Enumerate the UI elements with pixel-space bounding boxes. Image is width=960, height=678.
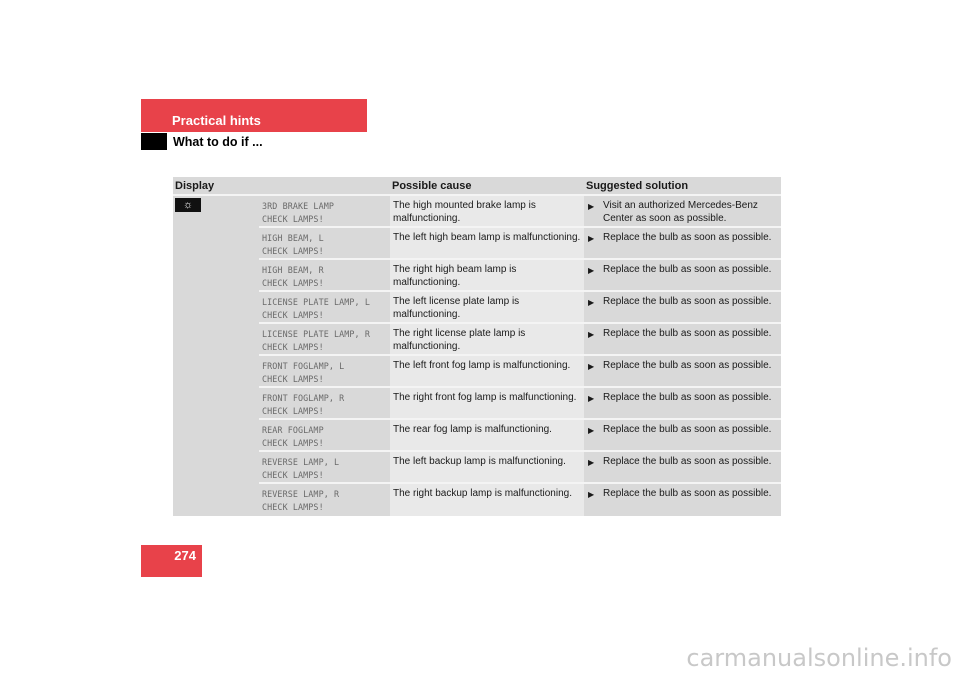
display-message: 3RD BRAKE LAMP CHECK LAMPS!: [259, 196, 390, 226]
exterior-lamp-icon: ☼: [175, 198, 201, 212]
bullet-arrow-icon: ▶: [588, 202, 595, 211]
table-row: HIGH BEAM, R CHECK LAMPS! The right high…: [259, 260, 781, 292]
display-message: LICENSE PLATE LAMP, L CHECK LAMPS!: [259, 292, 390, 322]
display-line-1: REAR FOGLAMP: [262, 425, 324, 435]
table-row: LICENSE PLATE LAMP, L CHECK LAMPS! The l…: [259, 292, 781, 324]
display-line-2: CHECK LAMPS!: [262, 373, 324, 384]
display-line-2: CHECK LAMPS!: [262, 469, 324, 480]
solution-text: Replace the bulb as soon as possible.: [603, 296, 772, 307]
solution-text: Visit an authorized Mercedes-Benz Center…: [603, 200, 758, 224]
table-row: 3RD BRAKE LAMP CHECK LAMPS! The high mou…: [259, 196, 781, 228]
table-row: REVERSE LAMP, L CHECK LAMPS! The left ba…: [259, 452, 781, 484]
display-line-2: CHECK LAMPS!: [262, 277, 324, 288]
table-row: FRONT FOGLAMP, L CHECK LAMPS! The left f…: [259, 356, 781, 388]
possible-cause: The right front fog lamp is malfunctioni…: [390, 388, 584, 418]
bullet-arrow-icon: ▶: [588, 298, 595, 307]
solution-text: Replace the bulb as soon as possible.: [603, 360, 772, 371]
column-header-solution: Suggested solution: [586, 179, 689, 192]
bullet-arrow-icon: ▶: [588, 426, 595, 435]
solution-text: Replace the bulb as soon as possible.: [603, 424, 772, 435]
table-header: Display Possible cause Suggested solutio…: [173, 177, 781, 196]
column-header-display: Display: [175, 179, 215, 192]
display-line-2: CHECK LAMPS!: [262, 213, 324, 224]
possible-cause: The left high beam lamp is malfunctionin…: [390, 228, 584, 258]
display-message: FRONT FOGLAMP, L CHECK LAMPS!: [259, 356, 390, 386]
suggested-solution: ▶ Replace the bulb as soon as possible.: [584, 452, 781, 482]
bullet-arrow-icon: ▶: [588, 394, 595, 403]
display-message: FRONT FOGLAMP, R CHECK LAMPS!: [259, 388, 390, 418]
display-line-1: HIGH BEAM, R: [262, 265, 324, 275]
bullet-arrow-icon: ▶: [588, 362, 595, 371]
display-message: HIGH BEAM, R CHECK LAMPS!: [259, 260, 390, 290]
suggested-solution: ▶ Replace the bulb as soon as possible.: [584, 324, 781, 354]
solution-text: Replace the bulb as soon as possible.: [603, 456, 772, 467]
suggested-solution: ▶ Replace the bulb as soon as possible.: [584, 228, 781, 258]
possible-cause: The rear fog lamp is malfunctioning.: [390, 420, 584, 450]
subsection-marker: [141, 133, 167, 150]
display-line-2: CHECK LAMPS!: [262, 501, 324, 512]
lamp-messages-table: Display Possible cause Suggested solutio…: [173, 177, 781, 516]
display-message: REVERSE LAMP, R CHECK LAMPS!: [259, 484, 390, 516]
possible-cause: The left backup lamp is malfunctioning.: [390, 452, 584, 482]
display-line-2: CHECK LAMPS!: [262, 309, 324, 320]
suggested-solution: ▶ Visit an authorized Mercedes-Benz Cent…: [584, 196, 781, 226]
bullet-arrow-icon: ▶: [588, 234, 595, 243]
possible-cause: The right backup lamp is malfunctioning.: [390, 484, 584, 516]
suggested-solution: ▶ Replace the bulb as soon as possible.: [584, 388, 781, 418]
table-row: FRONT FOGLAMP, R CHECK LAMPS! The right …: [259, 388, 781, 420]
page-number-box: 274: [141, 545, 202, 577]
column-header-cause: Possible cause: [392, 179, 472, 192]
possible-cause: The left license plate lamp is malfuncti…: [390, 292, 584, 322]
table-row: LICENSE PLATE LAMP, R CHECK LAMPS! The r…: [259, 324, 781, 356]
display-line-1: LICENSE PLATE LAMP, R: [262, 329, 370, 339]
display-line-2: CHECK LAMPS!: [262, 245, 324, 256]
display-line-1: FRONT FOGLAMP, L: [262, 361, 345, 371]
solution-text: Replace the bulb as soon as possible.: [603, 488, 772, 499]
section-title: Practical hints: [172, 113, 261, 128]
display-line-2: CHECK LAMPS!: [262, 437, 324, 448]
display-message: REAR FOGLAMP CHECK LAMPS!: [259, 420, 390, 450]
bullet-arrow-icon: ▶: [588, 458, 595, 467]
suggested-solution: ▶ Replace the bulb as soon as possible.: [584, 420, 781, 450]
display-line-1: LICENSE PLATE LAMP, L: [262, 297, 370, 307]
display-line-2: CHECK LAMPS!: [262, 405, 324, 416]
possible-cause: The high mounted brake lamp is malfuncti…: [390, 196, 584, 226]
possible-cause: The right license plate lamp is malfunct…: [390, 324, 584, 354]
bullet-arrow-icon: ▶: [588, 490, 595, 499]
table-body: 3RD BRAKE LAMP CHECK LAMPS! The high mou…: [259, 196, 781, 516]
table-row: REAR FOGLAMP CHECK LAMPS! The rear fog l…: [259, 420, 781, 452]
solution-text: Replace the bulb as soon as possible.: [603, 328, 772, 339]
suggested-solution: ▶ Replace the bulb as soon as possible.: [584, 292, 781, 322]
display-message: LICENSE PLATE LAMP, R CHECK LAMPS!: [259, 324, 390, 354]
bullet-arrow-icon: ▶: [588, 330, 595, 339]
display-message: REVERSE LAMP, L CHECK LAMPS!: [259, 452, 390, 482]
display-line-1: FRONT FOGLAMP, R: [262, 393, 345, 403]
table-row: REVERSE LAMP, R CHECK LAMPS! The right b…: [259, 484, 781, 516]
solution-text: Replace the bulb as soon as possible.: [603, 392, 772, 403]
icon-column: ☼: [173, 196, 259, 516]
possible-cause: The left front fog lamp is malfunctionin…: [390, 356, 584, 386]
solution-text: Replace the bulb as soon as possible.: [603, 264, 772, 275]
display-line-1: HIGH BEAM, L: [262, 233, 324, 243]
table-row: HIGH BEAM, L CHECK LAMPS! The left high …: [259, 228, 781, 260]
suggested-solution: ▶ Replace the bulb as soon as possible.: [584, 260, 781, 290]
subsection-title: What to do if ...: [173, 135, 263, 149]
display-line-1: 3RD BRAKE LAMP: [262, 201, 334, 211]
bullet-arrow-icon: ▶: [588, 266, 595, 275]
page-number: 274: [174, 548, 196, 563]
suggested-solution: ▶ Replace the bulb as soon as possible.: [584, 484, 781, 516]
solution-text: Replace the bulb as soon as possible.: [603, 232, 772, 243]
display-message: HIGH BEAM, L CHECK LAMPS!: [259, 228, 390, 258]
display-line-1: REVERSE LAMP, R: [262, 489, 340, 499]
watermark: carmanualsonline.info: [686, 644, 952, 672]
display-line-1: REVERSE LAMP, L: [262, 457, 340, 467]
possible-cause: The right high beam lamp is malfunctioni…: [390, 260, 584, 290]
display-line-2: CHECK LAMPS!: [262, 341, 324, 352]
suggested-solution: ▶ Replace the bulb as soon as possible.: [584, 356, 781, 386]
